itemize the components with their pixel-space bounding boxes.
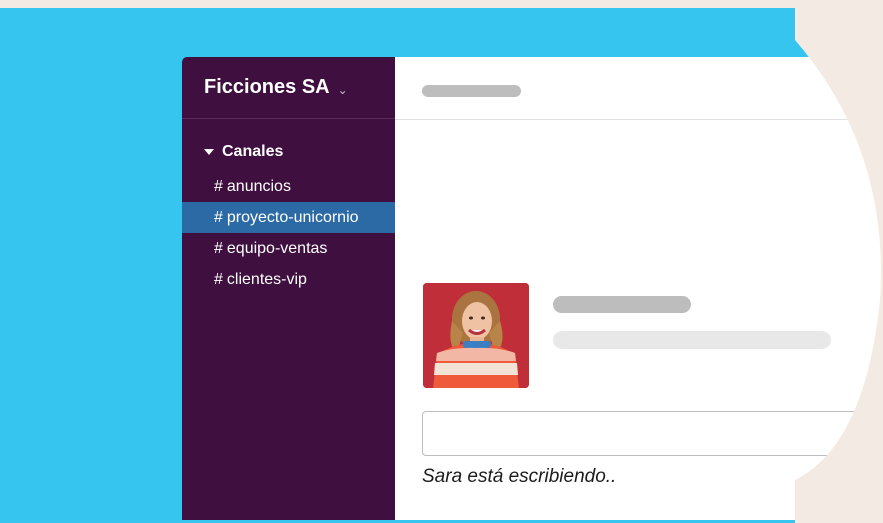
hash-icon: # <box>214 239 223 257</box>
channel-label: anuncios <box>226 177 291 195</box>
hash-icon: # <box>214 177 223 195</box>
channel-title-placeholder <box>422 85 521 97</box>
message-text-placeholder <box>553 331 831 349</box>
hash-icon: # <box>214 270 223 288</box>
message-author-placeholder <box>553 296 691 313</box>
hash-icon: # <box>214 208 223 226</box>
typing-indicator: Sara está escribiendo.. <box>422 466 617 487</box>
sidebar-item-proyecto-unicornio[interactable]: # proyecto-unicornio <box>182 202 395 233</box>
chevron-down-icon: ⌄ <box>337 82 348 97</box>
sidebar: Ficciones SA ⌄ Canales # anuncios # proy… <box>182 57 395 520</box>
workspace-name: Ficciones SA <box>204 76 330 98</box>
sidebar-item-anuncios[interactable]: # anuncios <box>182 171 395 202</box>
channels-section-header[interactable]: Canales <box>204 143 283 161</box>
channels-section-label: Canales <box>222 143 284 160</box>
message-input[interactable] <box>422 411 883 456</box>
main-pane: Sara está escribiendo.. <box>395 57 883 520</box>
channel-label: proyecto-unicornio <box>226 208 359 226</box>
caret-down-icon <box>204 149 214 155</box>
channel-label: clientes-vip <box>226 270 307 288</box>
avatar[interactable] <box>423 283 529 388</box>
avatar-photo <box>423 283 529 388</box>
workspace-switcher[interactable]: Ficciones SA ⌄ <box>182 57 395 119</box>
sidebar-item-clientes-vip[interactable]: # clientes-vip <box>182 264 395 295</box>
channel-label: equipo-ventas <box>226 239 328 257</box>
channel-header <box>395 57 883 120</box>
sidebar-item-equipo-ventas[interactable]: # equipo-ventas <box>182 233 395 264</box>
stage: Ficciones SA ⌄ Canales # anuncios # proy… <box>0 0 883 523</box>
